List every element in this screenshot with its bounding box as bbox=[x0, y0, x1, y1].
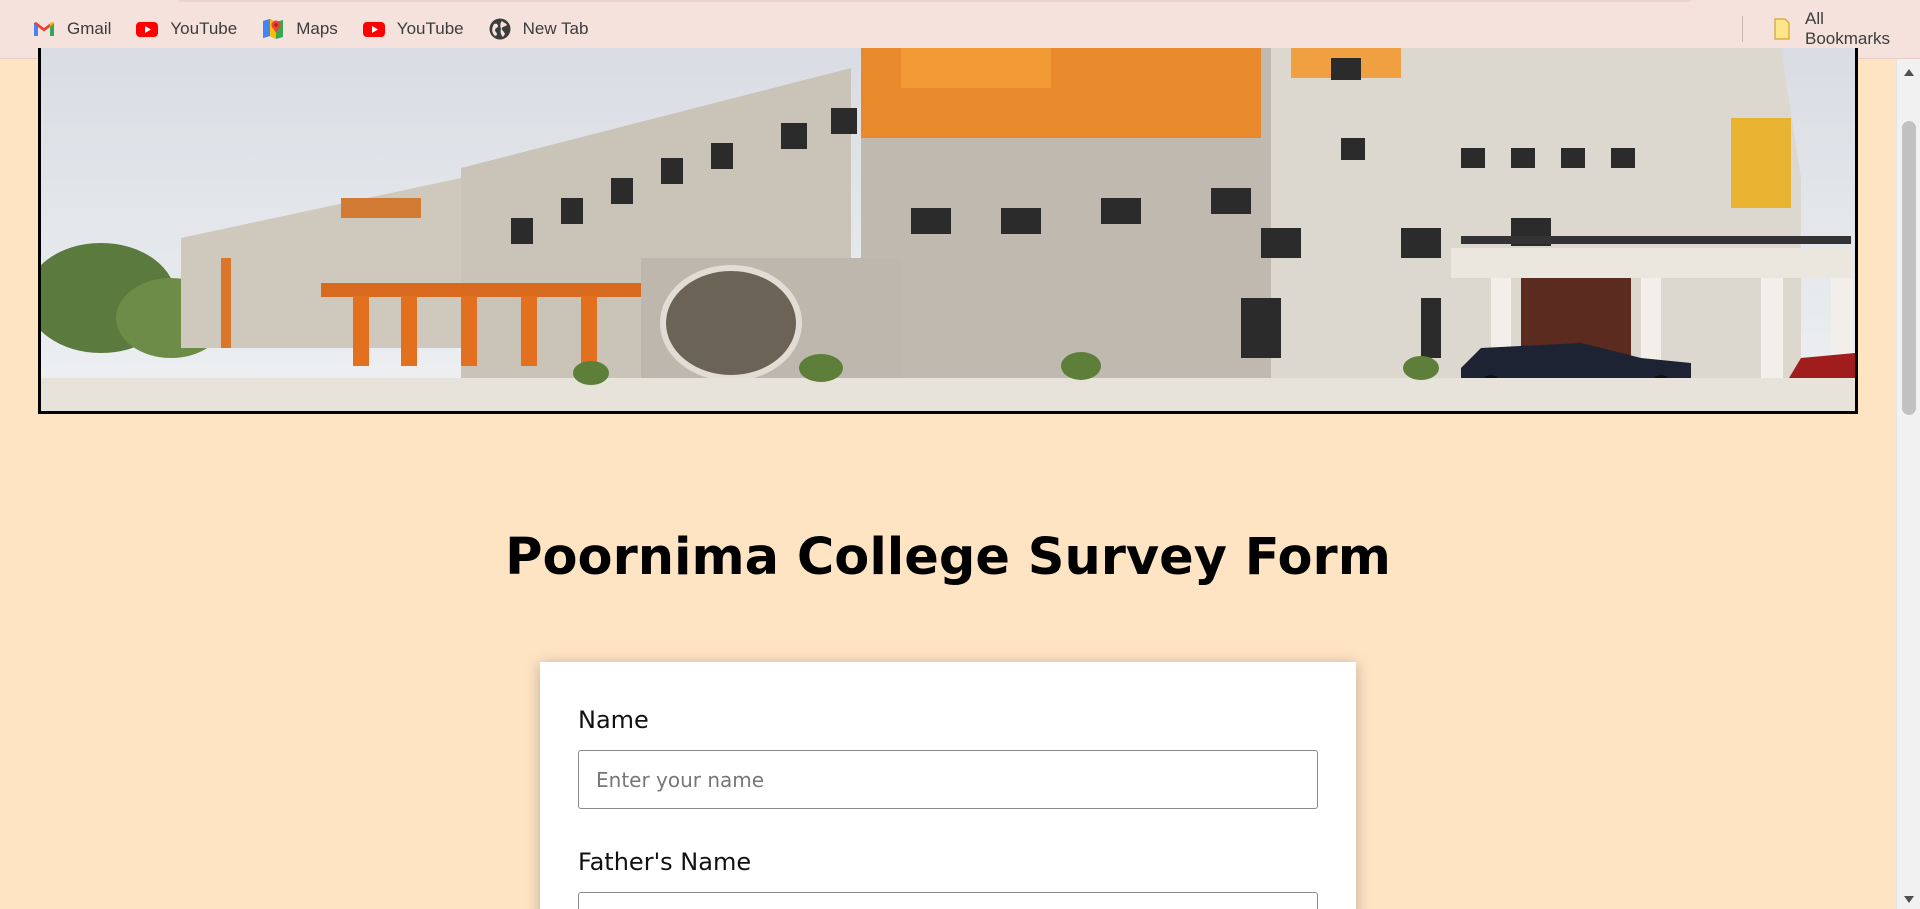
fathers-name-label: Father's Name bbox=[578, 848, 752, 876]
scroll-down-arrow-icon[interactable] bbox=[1904, 896, 1914, 903]
bookmark-label: YouTube bbox=[170, 19, 238, 38]
bookmark-new-tab[interactable]: New Tab bbox=[476, 11, 601, 47]
name-label: Name bbox=[578, 706, 649, 734]
bookmark-youtube-2[interactable]: YouTube bbox=[350, 11, 476, 47]
bookmark-label: Maps bbox=[296, 19, 338, 38]
bookmark-label: New Tab bbox=[522, 19, 589, 38]
all-bookmarks-button[interactable]: All Bookmarks bbox=[1758, 9, 1920, 48]
scroll-thumb[interactable] bbox=[1902, 121, 1916, 415]
page-title: Poornima College Survey Form bbox=[505, 528, 1391, 587]
bookmark-label: YouTube bbox=[396, 19, 464, 38]
survey-form: Name Father's Name bbox=[540, 662, 1356, 909]
college-banner-image bbox=[38, 48, 1858, 414]
bookmarks-divider bbox=[1742, 16, 1743, 42]
fathers-name-field-group: Father's Name bbox=[578, 848, 1318, 909]
folder-icon bbox=[1770, 17, 1794, 41]
scroll-up-arrow-icon[interactable] bbox=[1904, 69, 1914, 76]
gmail-icon bbox=[32, 17, 56, 41]
bookmark-label: Gmail bbox=[67, 19, 112, 38]
bookmark-maps[interactable]: Maps bbox=[249, 11, 350, 47]
name-input[interactable] bbox=[578, 750, 1318, 809]
name-field-group: Name bbox=[578, 706, 1318, 809]
page-scrollbar[interactable] bbox=[1896, 59, 1920, 909]
youtube-icon bbox=[362, 17, 386, 41]
globe-icon bbox=[488, 17, 512, 41]
all-bookmarks-label: All Bookmarks bbox=[1805, 9, 1891, 48]
tab-strip-edge bbox=[175, 0, 1695, 2]
fathers-name-input[interactable] bbox=[578, 892, 1318, 909]
maps-icon bbox=[261, 17, 285, 41]
youtube-icon bbox=[135, 17, 159, 41]
bookmark-gmail[interactable]: Gmail bbox=[20, 11, 123, 47]
bookmark-youtube[interactable]: YouTube bbox=[123, 11, 249, 47]
